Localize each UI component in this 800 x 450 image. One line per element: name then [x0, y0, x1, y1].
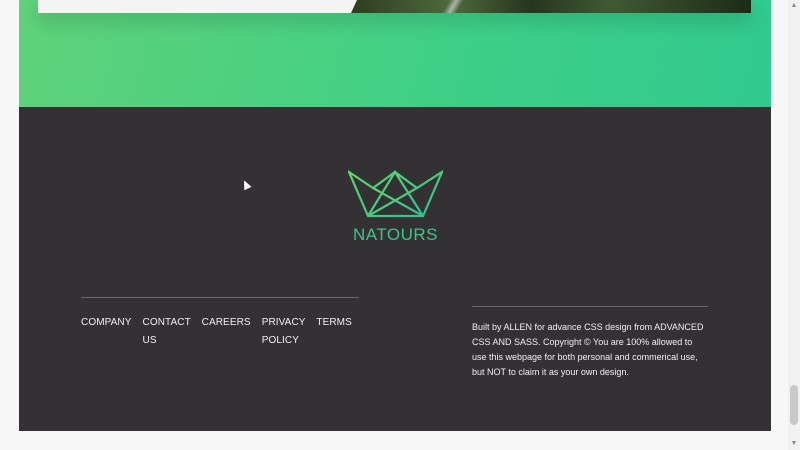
- footer-nav-item: CAREERS: [202, 312, 251, 348]
- nav-link-careers[interactable]: CAREERS: [202, 317, 251, 328]
- green-section: [19, 0, 771, 107]
- footer-nav-item: COMPANY: [81, 312, 132, 348]
- vertical-scrollbar[interactable]: ▲ ▼: [788, 0, 800, 450]
- footer: NATOURS COMPANY CONTACT US CAREERS PRIVA…: [19, 107, 771, 431]
- hero-card: [38, 0, 751, 13]
- crown-icon: [348, 169, 443, 218]
- footer-logo[interactable]: NATOURS: [348, 169, 443, 244]
- nav-link-terms[interactable]: TERMS: [316, 317, 352, 328]
- footer-nav: COMPANY CONTACT US CAREERS PRIVACY POLIC…: [81, 297, 359, 348]
- page: NATOURS COMPANY CONTACT US CAREERS PRIVA…: [19, 0, 771, 431]
- nav-link-company[interactable]: COMPANY: [81, 317, 132, 328]
- footer-nav-item: CONTACT US: [143, 312, 191, 348]
- brand-name: NATOURS: [352, 225, 439, 244]
- road-stripe: [442, 0, 464, 13]
- footer-nav-item: TERMS: [316, 312, 352, 348]
- nav-link-privacy-policy[interactable]: PRIVACY POLICY: [262, 317, 306, 346]
- footer-nav-item: PRIVACY POLICY: [262, 312, 306, 348]
- nav-link-contact-us[interactable]: CONTACT US: [143, 317, 191, 346]
- copyright-text: Built by ALLEN for advance CSS design fr…: [472, 306, 708, 380]
- scroll-up-icon[interactable]: ▲: [788, 0, 800, 12]
- hero-image: [351, 0, 751, 13]
- scroll-thumb[interactable]: [790, 385, 798, 425]
- scroll-down-icon[interactable]: ▼: [788, 438, 800, 450]
- footer-nav-list: COMPANY CONTACT US CAREERS PRIVACY POLIC…: [81, 312, 359, 348]
